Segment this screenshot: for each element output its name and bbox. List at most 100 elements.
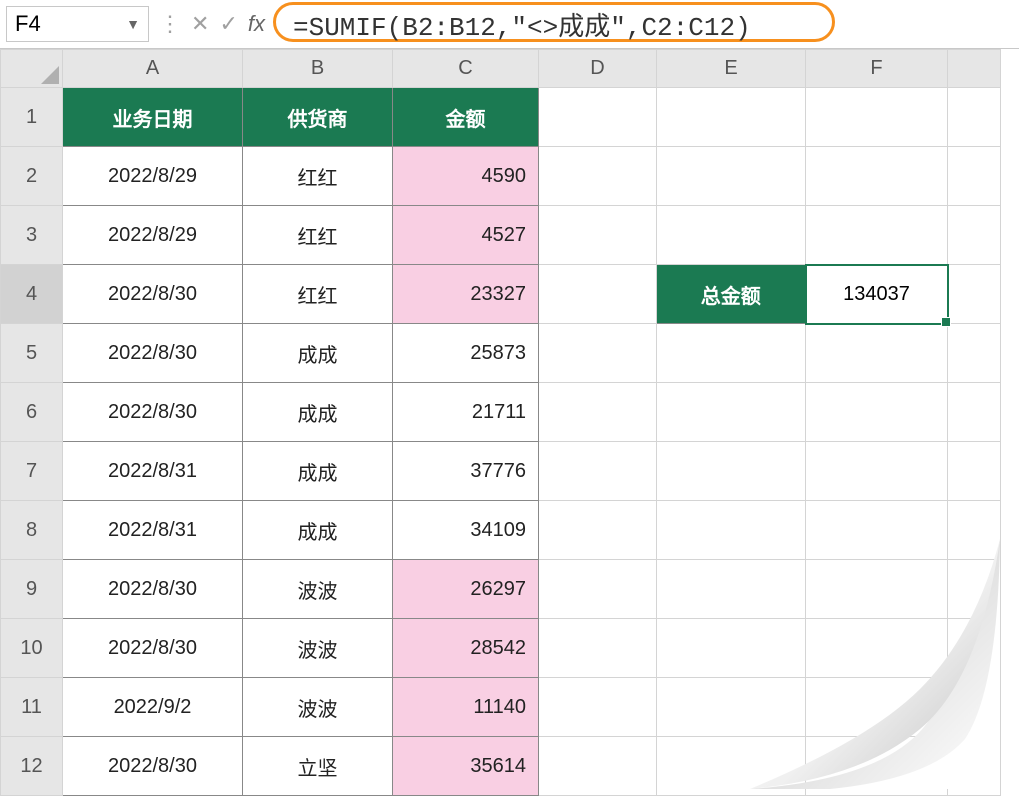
col-header-F[interactable]: F — [806, 50, 948, 88]
cell-amount[interactable]: 23327 — [393, 265, 539, 324]
cell-supplier[interactable]: 波波 — [243, 619, 393, 678]
cell[interactable] — [539, 324, 657, 383]
cell[interactable] — [948, 560, 1001, 619]
cell[interactable] — [539, 383, 657, 442]
row-header[interactable]: 5 — [1, 324, 63, 383]
row-header[interactable]: 6 — [1, 383, 63, 442]
cell-amount[interactable]: 37776 — [393, 442, 539, 501]
cell-supplier[interactable]: 红红 — [243, 206, 393, 265]
cell-date[interactable]: 2022/8/30 — [63, 383, 243, 442]
cell-date[interactable]: 2022/8/29 — [63, 147, 243, 206]
total-value-selected[interactable]: 134037 — [806, 265, 948, 324]
cell[interactable] — [948, 737, 1001, 796]
col-header-C[interactable]: C — [393, 50, 539, 88]
fx-icon[interactable]: fx — [248, 11, 265, 37]
row-header[interactable]: 10 — [1, 619, 63, 678]
cell[interactable] — [948, 442, 1001, 501]
col-header-D[interactable]: D — [539, 50, 657, 88]
cell[interactable] — [657, 560, 806, 619]
cell[interactable] — [539, 442, 657, 501]
cell-date[interactable]: 2022/8/31 — [63, 442, 243, 501]
cell[interactable] — [948, 678, 1001, 737]
cell-date[interactable]: 2022/8/30 — [63, 737, 243, 796]
cell-amount[interactable]: 35614 — [393, 737, 539, 796]
cell-supplier[interactable]: 成成 — [243, 324, 393, 383]
cell-supplier[interactable]: 成成 — [243, 442, 393, 501]
cell[interactable] — [806, 88, 948, 147]
cell-amount[interactable]: 25873 — [393, 324, 539, 383]
cell[interactable] — [539, 265, 657, 324]
cell-supplier[interactable]: 成成 — [243, 501, 393, 560]
row-header[interactable]: 11 — [1, 678, 63, 737]
cell[interactable] — [948, 265, 1001, 324]
cell-supplier[interactable]: 成成 — [243, 383, 393, 442]
cell-date[interactable]: 2022/8/30 — [63, 324, 243, 383]
cell[interactable] — [948, 383, 1001, 442]
cancel-icon[interactable]: ✕ — [191, 11, 209, 37]
cell-supplier[interactable]: 红红 — [243, 147, 393, 206]
row-header[interactable]: 3 — [1, 206, 63, 265]
cell-amount[interactable]: 26297 — [393, 560, 539, 619]
cell[interactable] — [657, 619, 806, 678]
cell-amount[interactable]: 34109 — [393, 501, 539, 560]
cell[interactable] — [657, 147, 806, 206]
formula-input-wrap[interactable]: =SUMIF(B2:B12,"<>成成",C2:C12) — [275, 3, 1019, 45]
cell[interactable] — [806, 619, 948, 678]
cell-date[interactable]: 2022/8/30 — [63, 619, 243, 678]
row-header[interactable]: 4 — [1, 265, 63, 324]
cell[interactable] — [806, 442, 948, 501]
cell[interactable] — [806, 501, 948, 560]
cell[interactable] — [806, 383, 948, 442]
cell[interactable] — [806, 206, 948, 265]
cell[interactable] — [539, 88, 657, 147]
row-header[interactable]: 12 — [1, 737, 63, 796]
cell-amount[interactable]: 4590 — [393, 147, 539, 206]
select-all-corner[interactable] — [1, 50, 63, 88]
cell-date[interactable]: 2022/9/2 — [63, 678, 243, 737]
cell[interactable] — [657, 442, 806, 501]
cell[interactable] — [657, 324, 806, 383]
col-header-G[interactable] — [948, 50, 1001, 88]
cell[interactable] — [948, 619, 1001, 678]
cell[interactable] — [539, 678, 657, 737]
cell[interactable] — [657, 501, 806, 560]
cell[interactable] — [948, 147, 1001, 206]
grid[interactable]: A B C D E F 1 业务日期 供货商 金额 2 2022/8/29 红红… — [0, 49, 1001, 796]
cell-supplier[interactable]: 红红 — [243, 265, 393, 324]
cell[interactable] — [539, 501, 657, 560]
total-label[interactable]: 总金额 — [657, 265, 806, 324]
row-header[interactable]: 1 — [1, 88, 63, 147]
cell[interactable] — [806, 737, 948, 796]
header-supplier[interactable]: 供货商 — [243, 88, 393, 147]
cell[interactable] — [948, 88, 1001, 147]
cell-amount[interactable]: 11140 — [393, 678, 539, 737]
cell-supplier[interactable]: 波波 — [243, 678, 393, 737]
name-box-dropdown-icon[interactable]: ▼ — [126, 16, 140, 32]
cell[interactable] — [806, 147, 948, 206]
cell-date[interactable]: 2022/8/30 — [63, 560, 243, 619]
row-header[interactable]: 8 — [1, 501, 63, 560]
cell[interactable] — [657, 737, 806, 796]
header-amount[interactable]: 金额 — [393, 88, 539, 147]
cell-date[interactable]: 2022/8/29 — [63, 206, 243, 265]
header-date[interactable]: 业务日期 — [63, 88, 243, 147]
cell[interactable] — [539, 619, 657, 678]
cell[interactable] — [539, 737, 657, 796]
cell[interactable] — [657, 383, 806, 442]
cell-supplier[interactable]: 波波 — [243, 560, 393, 619]
col-header-E[interactable]: E — [657, 50, 806, 88]
cell-amount[interactable]: 21711 — [393, 383, 539, 442]
cell-supplier[interactable]: 立坚 — [243, 737, 393, 796]
col-header-A[interactable]: A — [63, 50, 243, 88]
cell[interactable] — [657, 206, 806, 265]
cell-date[interactable]: 2022/8/31 — [63, 501, 243, 560]
cell-amount[interactable]: 28542 — [393, 619, 539, 678]
cell[interactable] — [948, 206, 1001, 265]
cell[interactable] — [806, 560, 948, 619]
cell[interactable] — [539, 206, 657, 265]
cell[interactable] — [948, 324, 1001, 383]
cell-date[interactable]: 2022/8/30 — [63, 265, 243, 324]
cell[interactable] — [539, 147, 657, 206]
row-header[interactable]: 7 — [1, 442, 63, 501]
cell[interactable] — [539, 560, 657, 619]
